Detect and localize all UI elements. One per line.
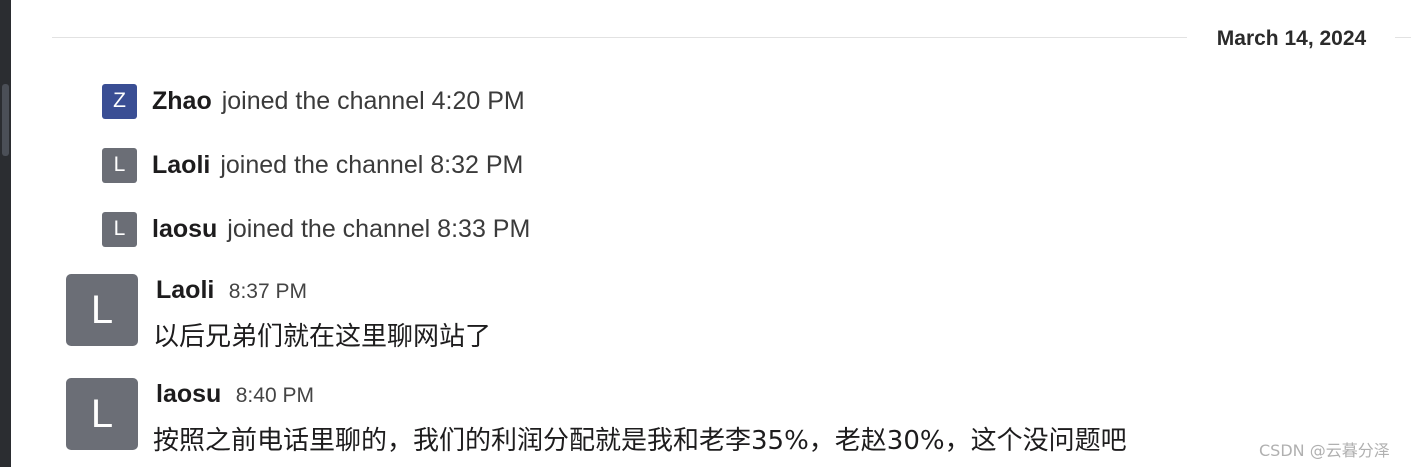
avatar[interactable]: L: [102, 147, 137, 183]
event-username[interactable]: laosu: [152, 215, 217, 244]
avatar[interactable]: L: [102, 211, 137, 247]
date-divider-line-right: [1395, 37, 1411, 38]
avatar[interactable]: L: [66, 274, 138, 346]
rail-scroll-thumb[interactable]: [2, 84, 9, 156]
system-event-row: L laosu joined the channel 8:33 PM: [102, 211, 530, 247]
message-timestamp[interactable]: 8:37 PM: [229, 280, 307, 303]
event-text: joined the channel 8:32 PM: [220, 150, 524, 179]
avatar[interactable]: Z: [102, 83, 137, 119]
event-username[interactable]: Zhao: [152, 87, 212, 116]
message-header: laosu 8:40 PM: [156, 380, 314, 409]
watermark: CSDN @云暮分泽: [1259, 441, 1390, 460]
message-item: L Laoli 8:37 PM 以后兄弟们就在这里聊网站了: [66, 274, 1266, 352]
message-text: 以后兄弟们就在这里聊网站了: [153, 322, 492, 352]
left-rail: [0, 0, 11, 467]
avatar[interactable]: L: [66, 378, 138, 450]
message-author[interactable]: Laoli: [156, 276, 214, 304]
message-timestamp[interactable]: 8:40 PM: [236, 384, 314, 407]
message-text: 按照之前电话里聊的，我们的利润分配就是我和老李35%，老赵30%，这个没问题吧: [153, 426, 1127, 456]
message-header: Laoli 8:37 PM: [156, 276, 307, 305]
message-author[interactable]: laosu: [156, 380, 221, 408]
date-divider-label: March 14, 2024: [1216, 27, 1367, 50]
event-text: joined the channel 8:33 PM: [227, 214, 531, 243]
event-username[interactable]: Laoli: [152, 151, 210, 180]
system-event-row: Z Zhao joined the channel 4:20 PM: [102, 83, 525, 119]
system-event-row: L Laoli joined the channel 8:32 PM: [102, 147, 523, 183]
event-text: joined the channel 4:20 PM: [221, 86, 525, 115]
message-item: L laosu 8:40 PM 按照之前电话里聊的，我们的利润分配就是我和老李3…: [66, 378, 1266, 456]
date-divider-line-left: [52, 37, 1187, 38]
